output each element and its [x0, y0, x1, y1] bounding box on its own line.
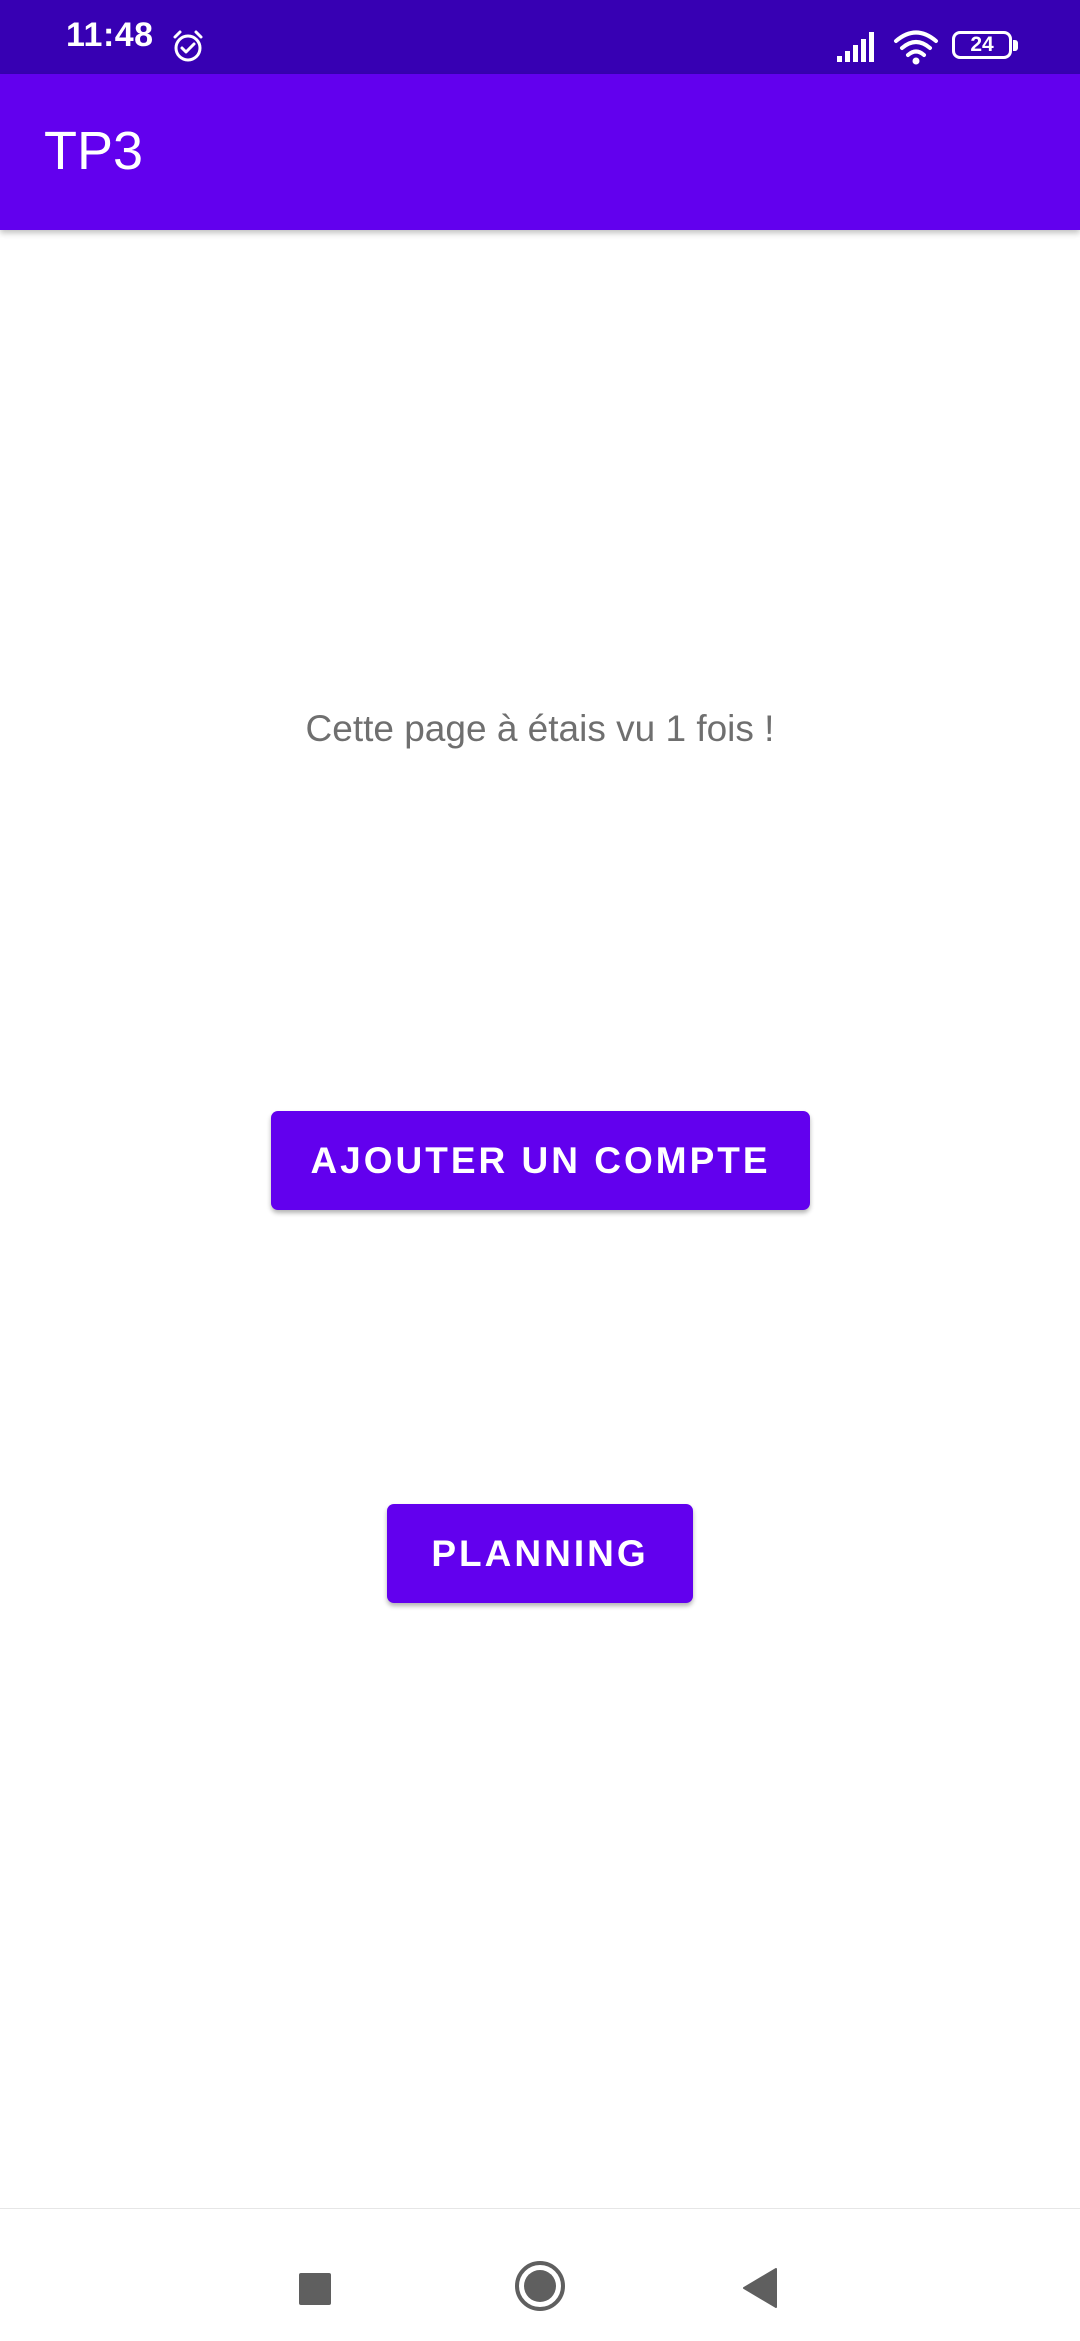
recent-apps-icon[interactable]	[299, 2273, 331, 2305]
signal-icon	[837, 32, 874, 62]
alarm-icon	[173, 30, 203, 62]
status-time: 11:48	[66, 16, 154, 54]
back-icon[interactable]	[742, 2267, 778, 2309]
battery-tip	[1013, 40, 1018, 51]
app-title: TP3	[44, 121, 144, 181]
add-account-button[interactable]: Ajouter un compte	[271, 1111, 810, 1210]
battery-level: 24	[970, 33, 994, 56]
battery-icon: 24	[952, 31, 1022, 65]
view-counter-text: Cette page à étais vu 1 fois !	[305, 708, 775, 749]
planning-button[interactable]: Planning	[387, 1504, 693, 1603]
app-bar: TP3	[0, 74, 1080, 230]
navigation-bar	[0, 2208, 1080, 2341]
home-icon[interactable]	[513, 2259, 567, 2313]
status-bar: 11:48 24	[0, 0, 1080, 74]
wifi-icon	[894, 30, 938, 65]
